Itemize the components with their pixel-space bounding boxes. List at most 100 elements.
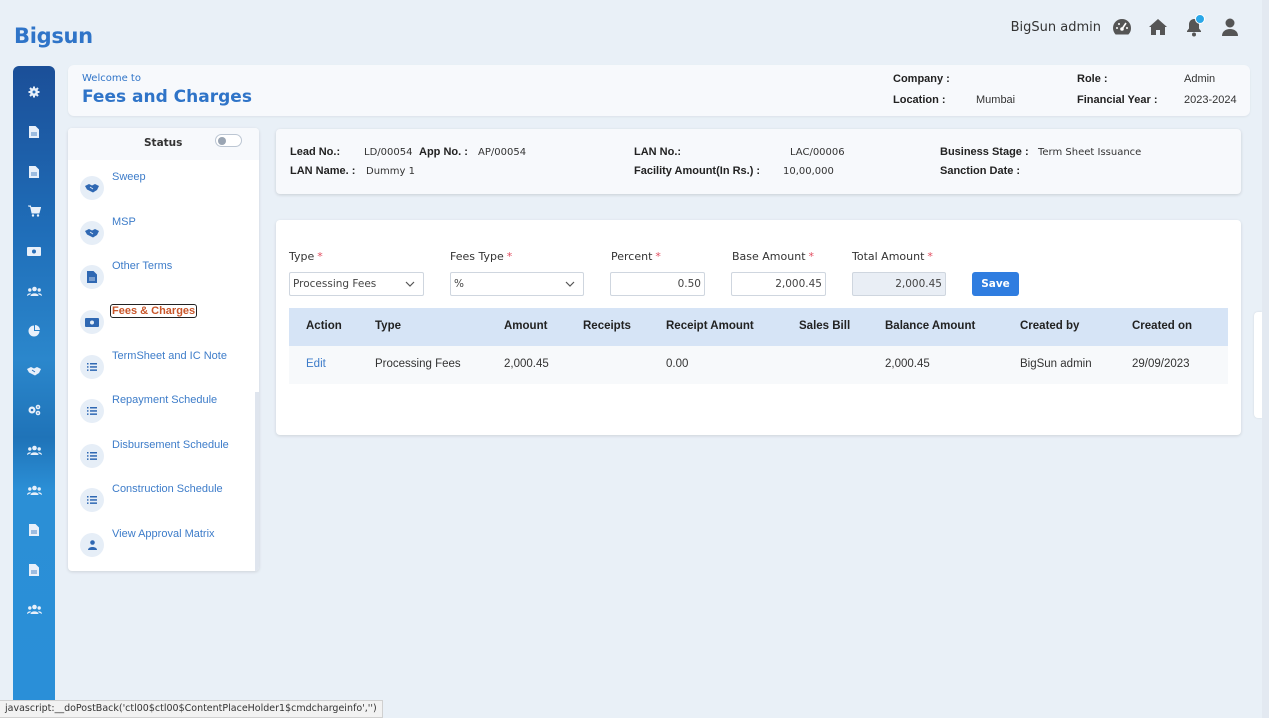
table-body: Edit Processing Fees 2,000.45 0.00 2,000.45 B… [289,346,1228,384]
percent-input[interactable]: 0.50 [610,272,705,296]
percent-label: Percent * [611,250,661,263]
icon-rail [13,66,55,718]
handshake-icon [80,176,104,200]
nav-item-label: Sweep [112,171,146,183]
nav-item-label: Construction Schedule [112,483,223,495]
home-icon[interactable] [1147,16,1169,38]
nav-item-label: Other Terms [112,260,173,272]
cell-created-by: BigSun admin [1020,358,1092,370]
base-amount-label-text: Base Amount [732,250,806,263]
sanction-date-label: Sanction Date : [940,165,1021,177]
brand-logo[interactable]: Bigsun [14,24,93,48]
column-header-created-on[interactable]: Created on [1132,320,1192,332]
nav-item-repayment-schedule[interactable]: Repayment Schedule [80,393,217,423]
nav-item-fees-charges[interactable]: Fees & Charges [80,304,198,334]
page-title: Fees and Charges [82,87,252,107]
nav-item-view-approval-matrix[interactable]: View Approval Matrix [80,527,215,557]
user-icon [80,533,104,557]
facility-amount-label: Facility Amount(In Rs.) : [634,165,761,177]
financial-year-label: Financial Year : [1077,94,1158,106]
browser-status-bar: javascript:__doPostBack('ctl00$ctl00$Con… [0,700,383,718]
lan-no-label: LAN No.: [634,146,682,158]
left-nav-panel: Status Sweep MSP Other Terms Fees & Charges… [68,128,259,571]
column-header-action[interactable]: Action [306,320,342,332]
total-amount-label-text: Total Amount [852,250,925,263]
topbar: BigSun admin [1011,14,1241,38]
document-icon[interactable] [26,124,42,140]
welcome-header: Welcome to Fees and Charges Company : Lo… [68,65,1250,116]
nav-item-msp[interactable]: MSP [80,215,136,245]
column-header-sales-bill[interactable]: Sales Bill [799,320,850,332]
cart-icon[interactable] [26,203,42,219]
bell-icon[interactable] [1183,14,1205,38]
list-icon [80,355,104,379]
type-select-value: Processing Fees [293,278,377,290]
fees-type-select[interactable]: % [450,272,584,296]
pie-chart-icon[interactable] [26,323,42,339]
users-icon[interactable] [26,482,42,498]
cogs-icon[interactable] [26,402,42,418]
users-icon[interactable] [26,442,42,458]
user-icon[interactable] [1219,16,1241,38]
money-icon[interactable] [26,243,42,259]
nav-item-sweep[interactable]: Sweep [80,170,146,200]
company-label: Company : [893,73,950,85]
nav-item-construction-schedule[interactable]: Construction Schedule [80,482,223,512]
required-mark: * [317,250,323,263]
lead-no-label: Lead No.: [290,146,341,158]
table-header: Action Type Amount Receipts Receipt Amount Sa… [289,308,1228,346]
nav-item-label: Fees & Charges [110,304,198,318]
document-icon[interactable] [26,562,42,578]
fees-type-select-value: % [454,278,464,290]
money-icon [80,310,104,334]
document-icon[interactable] [26,522,42,538]
column-header-balance-amount[interactable]: Balance Amount [885,320,975,332]
role-label: Role : [1077,73,1108,85]
nav-item-disbursement-schedule[interactable]: Disbursement Schedule [80,438,229,468]
fees-type-label: Fees Type * [450,250,512,263]
facility-amount-value: 10,00,000 [783,166,834,177]
nav-item-other-terms[interactable]: Other Terms [80,259,172,289]
nav-item-label: MSP [112,216,136,228]
gear-icon[interactable] [26,84,42,100]
document-icon[interactable] [26,164,42,180]
toggle-knob [218,136,226,145]
base-amount-label: Base Amount * [732,250,814,263]
cell-type: Processing Fees [375,358,461,370]
side-drawer-handle[interactable] [1254,312,1262,418]
status-toggle[interactable] [215,134,242,147]
role-value: Admin [1184,73,1216,85]
column-header-created-by[interactable]: Created by [1020,320,1079,332]
type-select[interactable]: Processing Fees [289,272,424,296]
column-header-type[interactable]: Type [375,320,401,332]
page-scrollbar[interactable] [1262,0,1269,718]
dashboard-icon[interactable] [1111,16,1133,38]
users-icon[interactable] [26,283,42,299]
required-mark: * [927,250,933,263]
users-icon[interactable] [26,601,42,617]
panel-scrollbar[interactable] [255,392,259,571]
total-amount-label: Total Amount * [852,250,933,263]
lan-name-value: Dummy 1 [366,166,415,177]
loan-info-card: Lead No.: LD/00054 App No. : AP/00054 LA… [276,129,1241,194]
handshake-icon[interactable] [26,363,42,379]
location-label: Location : [893,94,946,106]
status-label: Status [144,137,183,149]
list-icon [80,488,104,512]
user-name[interactable]: BigSun admin [1011,20,1101,35]
cell-receipt-amount: 0.00 [666,358,689,370]
location-value: Mumbai [976,94,1016,106]
edit-link[interactable]: Edit [306,358,326,370]
status-header: Status [68,128,259,160]
nav-item-termsheet-and-ic-note[interactable]: TermSheet and IC Note [80,349,227,379]
required-mark: * [808,250,815,263]
column-header-amount[interactable]: Amount [504,320,547,332]
base-amount-input[interactable]: 2,000.45 [731,272,826,296]
save-button[interactable]: Save [972,272,1019,296]
notification-badge [1195,14,1205,24]
column-header-receipts[interactable]: Receipts [583,320,631,332]
lan-name-label: LAN Name. : [290,165,356,177]
column-header-receipt-amount[interactable]: Receipt Amount [666,320,754,332]
nav-item-label: Repayment Schedule [112,394,218,406]
lead-no-value: LD/00054 [364,147,413,158]
